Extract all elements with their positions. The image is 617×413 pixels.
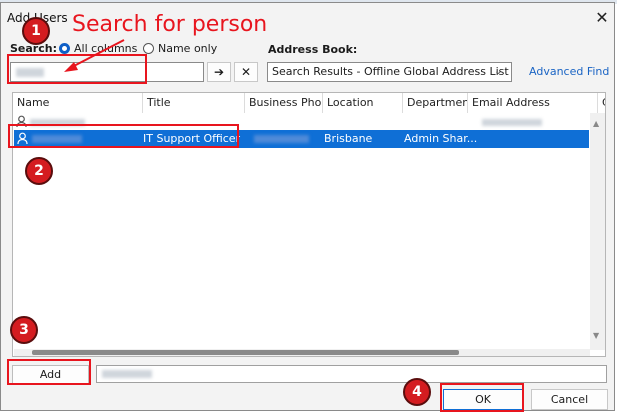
add-recipients-value <box>102 370 152 378</box>
address-book-selected: Search Results - Offline Global Address … <box>272 65 509 78</box>
list-item-email <box>482 119 542 126</box>
col-title[interactable]: Title <box>143 93 245 113</box>
radio-name-only[interactable] <box>143 43 154 54</box>
selected-department: Admin Shar... <box>404 132 478 145</box>
col-name[interactable]: Name <box>13 93 143 113</box>
step-3-badge: 3 <box>10 316 38 344</box>
scroll-up-icon[interactable]: ▲ <box>593 119 599 128</box>
annotation-headline: Search for person <box>72 12 268 37</box>
col-location[interactable]: Location <box>323 93 403 113</box>
annotation-box-ok <box>440 383 524 412</box>
col-extra[interactable]: C <box>598 93 605 113</box>
address-book-label: Address Book: <box>268 43 358 56</box>
annotation-box-add <box>7 359 91 385</box>
selected-phone-blurred <box>254 135 309 143</box>
close-icon[interactable]: ✕ <box>593 9 611 27</box>
col-email[interactable]: Email Address <box>468 93 598 113</box>
chevron-down-icon: ⌄ <box>494 66 503 77</box>
arrow-right-icon[interactable]: ➔ <box>207 62 231 82</box>
scroll-down-icon[interactable]: ▼ <box>593 331 599 340</box>
selected-location: Brisbane <box>324 132 373 145</box>
annotation-box-selected-row <box>8 124 239 148</box>
cancel-button[interactable]: Cancel <box>531 389 608 410</box>
col-department[interactable]: Department <box>403 93 468 113</box>
add-recipients-field[interactable] <box>96 365 607 383</box>
address-book-select[interactable]: Search Results - Offline Global Address … <box>267 62 512 82</box>
horizontal-scroll-thumb[interactable] <box>32 350 459 355</box>
annotation-box-search <box>7 54 147 84</box>
col-business-phone[interactable]: Business Phone <box>245 93 323 113</box>
radio-name-only-label: Name only <box>158 42 218 55</box>
step-1-badge: 1 <box>22 17 50 45</box>
step-4-badge: 4 <box>403 378 431 406</box>
step-2-badge: 2 <box>25 157 53 185</box>
clear-search-button[interactable]: ✕ <box>234 62 258 82</box>
vertical-scrollbar[interactable]: ▲ ▼ <box>590 113 605 350</box>
advanced-find-link[interactable]: Advanced Find <box>529 65 609 78</box>
horizontal-scrollbar[interactable] <box>14 349 590 356</box>
